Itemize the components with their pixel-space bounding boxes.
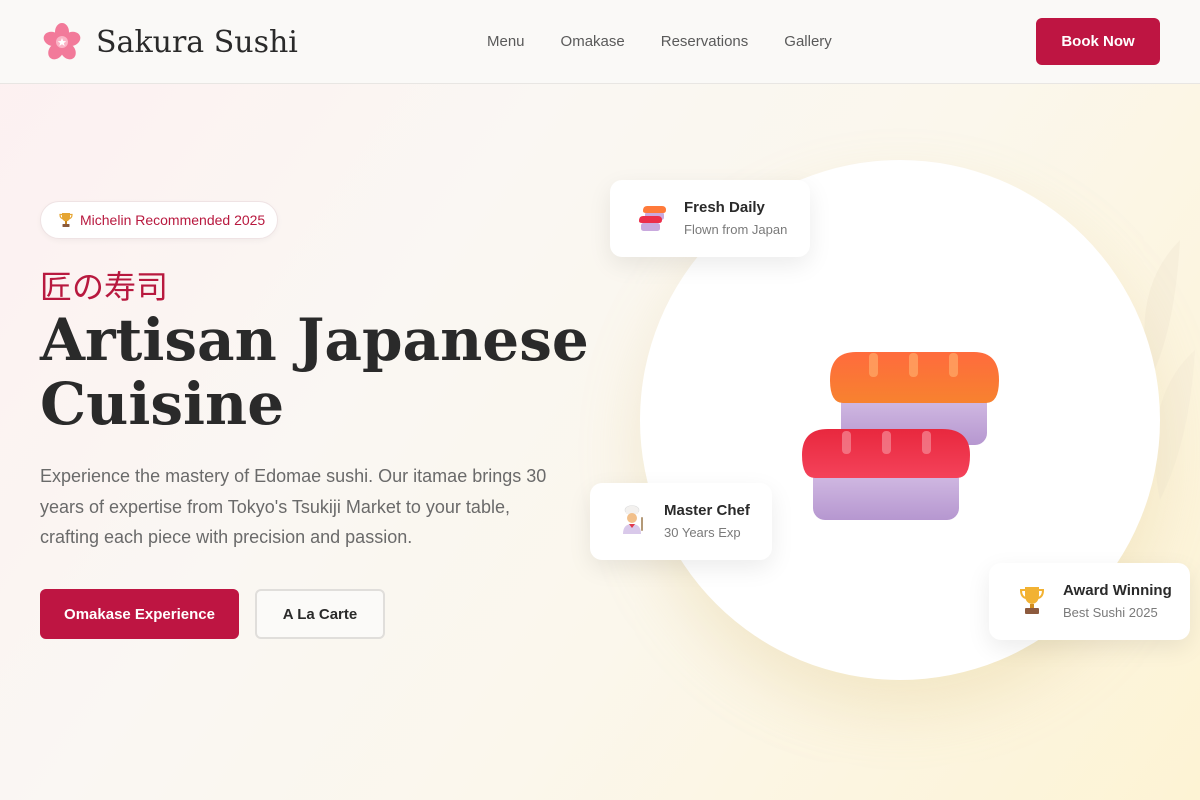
main-nav: Menu Omakase Reservations Gallery bbox=[487, 33, 832, 50]
brand-logo[interactable]: Sakura Sushi bbox=[42, 22, 298, 62]
site-header: Sakura Sushi Menu Omakase Reservations G… bbox=[0, 0, 1200, 84]
a-la-carte-button[interactable]: A La Carte bbox=[255, 589, 385, 639]
book-now-button[interactable]: Book Now bbox=[1036, 18, 1160, 65]
trophy-icon bbox=[1019, 587, 1045, 614]
badge-text: Michelin Recommended 2025 bbox=[80, 212, 266, 228]
master-chef-title: Master Chef bbox=[664, 502, 750, 519]
omakase-experience-button[interactable]: Omakase Experience bbox=[40, 589, 239, 639]
chef-icon bbox=[623, 505, 643, 534]
fresh-daily-subtitle: Flown from Japan bbox=[684, 222, 788, 237]
trophy-icon bbox=[59, 213, 73, 227]
nav-omakase[interactable]: Omakase bbox=[561, 33, 625, 50]
award-winning-card: Award Winning Best Sushi 2025 bbox=[989, 563, 1190, 640]
michelin-badge: Michelin Recommended 2025 bbox=[40, 201, 278, 239]
master-chef-subtitle: 30 Years Exp bbox=[664, 525, 741, 540]
hero-title: Artisan Japanese Cuisine bbox=[40, 308, 600, 436]
hero-description: Experience the mastery of Edomae sushi. … bbox=[40, 466, 547, 547]
nav-menu[interactable]: Menu bbox=[487, 33, 525, 50]
hero-title-line-1: Artisan Japanese bbox=[40, 306, 589, 374]
japanese-subtitle: 匠の寿司 bbox=[40, 268, 169, 306]
sushi-illustration bbox=[802, 352, 999, 520]
fresh-daily-title: Fresh Daily bbox=[684, 199, 765, 216]
nav-reservations[interactable]: Reservations bbox=[661, 33, 749, 50]
master-chef-card: Master Chef 30 Years Exp bbox=[590, 483, 772, 560]
award-winning-subtitle: Best Sushi 2025 bbox=[1063, 605, 1158, 620]
sakura-icon bbox=[43, 23, 81, 60]
nav-gallery[interactable]: Gallery bbox=[784, 33, 832, 50]
award-winning-title: Award Winning bbox=[1063, 582, 1172, 599]
hero-title-line-2: Cuisine bbox=[40, 370, 285, 438]
fresh-daily-card: Fresh Daily Flown from Japan bbox=[610, 180, 810, 257]
sushi-icon bbox=[639, 206, 666, 231]
brand-name: Sakura Sushi bbox=[96, 24, 298, 60]
